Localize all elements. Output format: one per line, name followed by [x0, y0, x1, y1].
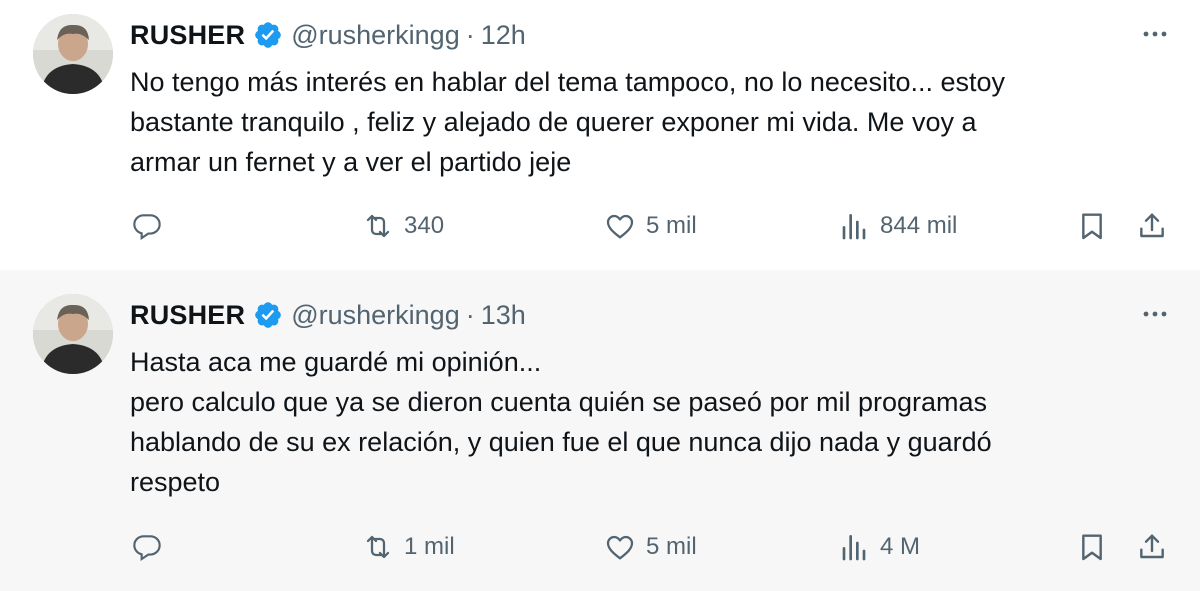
author-name[interactable]: RUSHER [130, 20, 245, 51]
tweet-text: No tengo más interés en hablar del tema … [130, 67, 1005, 177]
view-count: 844 mil [880, 212, 958, 239]
author-handle[interactable]: @rusherkingg [291, 20, 460, 51]
user-avatar[interactable] [33, 294, 113, 374]
like-button[interactable]: 5 mil [604, 206, 697, 246]
like-count: 5 mil [646, 533, 697, 560]
reply-icon [131, 531, 163, 563]
reply-button[interactable] [131, 206, 173, 246]
user-avatar[interactable] [33, 14, 113, 94]
reply-icon [131, 210, 163, 242]
tweet-actions: 340 5 mil 844 mil [0, 206, 1200, 246]
separator-dot: · [465, 19, 475, 50]
tweet[interactable]: RUSHER @rusherkingg · 12h No tengo más i… [0, 0, 1200, 270]
view-count: 4 M [880, 533, 921, 560]
views-button[interactable]: 4 M [838, 527, 920, 567]
like-button[interactable]: 5 mil [604, 527, 697, 567]
retweet-button[interactable]: 340 [362, 206, 444, 246]
bookmark-button[interactable] [1076, 527, 1108, 567]
share-button[interactable] [1136, 527, 1168, 567]
more-icon[interactable] [1140, 304, 1170, 324]
reply-button[interactable] [131, 527, 173, 567]
tweet-header: RUSHER @rusherkingg · 12h [130, 18, 526, 52]
tweet-time[interactable]: 12h [481, 20, 526, 51]
tweet-time[interactable]: 13h [481, 300, 526, 331]
share-button[interactable] [1136, 206, 1168, 246]
like-count: 5 mil [646, 212, 697, 239]
author-handle[interactable]: @rusherkingg [291, 300, 460, 331]
bookmark-icon [1076, 531, 1108, 563]
bookmark-button[interactable] [1076, 206, 1108, 246]
tweet-header: RUSHER @rusherkingg · 13h [130, 298, 526, 332]
tweet-text: Hasta aca me guardé mi opinión... pero c… [130, 347, 992, 497]
share-icon [1136, 210, 1168, 242]
more-icon[interactable] [1140, 24, 1170, 44]
separator-dot: · [465, 299, 475, 330]
views-button[interactable]: 844 mil [838, 206, 957, 246]
retweet-icon [362, 531, 394, 563]
like-icon [604, 531, 636, 563]
tweet[interactable]: RUSHER @rusherkingg · 13h Hasta aca me g… [0, 270, 1200, 591]
retweet-count: 1 mil [404, 533, 455, 560]
tweet-actions: 1 mil 5 mil 4 M [0, 527, 1200, 567]
retweet-icon [362, 210, 394, 242]
verified-badge-icon [253, 20, 283, 50]
retweet-count: 340 [404, 212, 445, 239]
retweet-button[interactable]: 1 mil [362, 527, 455, 567]
verified-badge-icon [253, 300, 283, 330]
like-icon [604, 210, 636, 242]
author-name[interactable]: RUSHER [130, 300, 245, 331]
views-icon [838, 210, 870, 242]
share-icon [1136, 531, 1168, 563]
bookmark-icon [1076, 210, 1108, 242]
views-icon [838, 531, 870, 563]
